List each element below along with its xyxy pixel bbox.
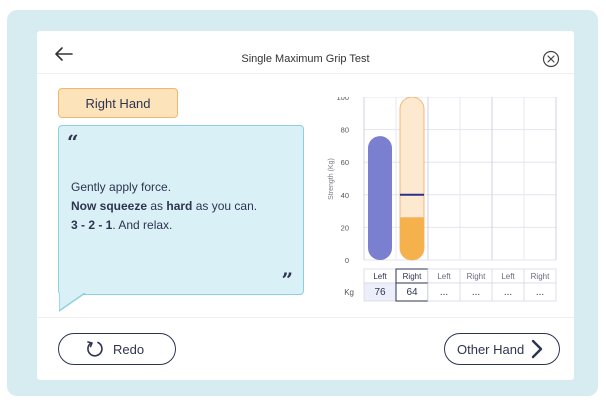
y-tick-label: 20 — [341, 223, 349, 232]
redo-button[interactable]: Redo — [58, 333, 176, 365]
hand-tag: Right Hand — [58, 88, 178, 118]
kg-value: ... — [440, 287, 448, 298]
column-header-label: Right — [531, 272, 550, 281]
close-circle-icon[interactable] — [542, 50, 560, 68]
redo-label: Redo — [113, 341, 145, 357]
y-tick-label: 100 — [336, 97, 349, 102]
instruction-line-3: 3 - 2 - 1. And relax. — [71, 216, 257, 235]
kg-value: ... — [504, 287, 512, 298]
instruction-text-as: as — [147, 199, 167, 213]
right-hand-bar-fill — [400, 217, 424, 260]
strength-chart: 0 20 40 60 80 100 Strength (Kg) Left Right Left Ri… — [328, 97, 557, 302]
screen: Single Maximum Grip Test Right Hand “ Ge… — [37, 31, 574, 380]
instruction-bubble: “ Gently apply force. Now squeeze as har… — [58, 125, 304, 295]
other-hand-label: Other Hand — [457, 341, 525, 357]
left-hand-bar — [368, 136, 392, 260]
chevron-right-icon — [532, 339, 543, 359]
column-header-label: Left — [373, 272, 387, 281]
redo-icon — [87, 341, 103, 357]
y-axis-label: Strength (Kg) — [328, 158, 335, 200]
kg-value: ... — [472, 287, 480, 298]
kg-row-label: Kg — [344, 288, 354, 297]
bubble-tail — [59, 293, 86, 312]
instruction-bold-hard: hard — [166, 199, 193, 213]
header-divider — [37, 73, 574, 74]
open-quote-icon: “ — [67, 130, 79, 154]
instruction-text: Gently apply force. Now squeeze as hard … — [71, 178, 257, 235]
instruction-line-2: Now squeeze as hard as you can. — [71, 197, 257, 216]
column-header-label: Right — [403, 272, 422, 281]
instruction-bold-now-squeeze: Now squeeze — [71, 199, 148, 213]
instruction-line-1: Gently apply force. — [71, 180, 172, 194]
y-tick-label: 60 — [341, 158, 349, 167]
close-quote-icon: ” — [281, 268, 293, 292]
footer-divider — [37, 317, 574, 318]
column-header-label: Right — [467, 272, 486, 281]
instruction-text-as-you-can: as you can. — [192, 199, 258, 213]
column-header-label: Left — [437, 272, 451, 281]
y-tick-label: 40 — [341, 191, 349, 200]
kg-value: ... — [536, 287, 544, 298]
y-tick-label: 80 — [341, 126, 349, 135]
column-header-label: Left — [501, 272, 515, 281]
kg-value: 64 — [406, 287, 418, 298]
instruction-bold-countdown: 3 - 2 - 1 — [71, 218, 113, 232]
kg-value: 76 — [374, 287, 386, 298]
y-tick-label: 0 — [345, 256, 349, 265]
instruction-text-relax: . And relax. — [112, 218, 173, 232]
other-hand-button[interactable]: Other Hand — [444, 333, 560, 365]
page-title: Single Maximum Grip Test — [241, 53, 370, 65]
